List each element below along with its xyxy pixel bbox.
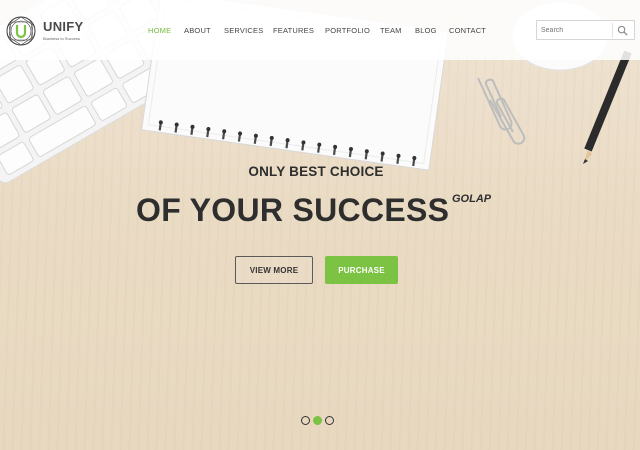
nav-team[interactable]: TEAM: [380, 26, 402, 35]
search-divider: [612, 23, 613, 38]
nav-contact[interactable]: CONTACT: [449, 26, 486, 35]
purchase-button[interactable]: PURCHASE: [325, 256, 398, 284]
paper-clip-image: [477, 77, 526, 145]
brand-name[interactable]: UNIFY: [43, 19, 84, 34]
nav-services[interactable]: SERVICES: [224, 26, 263, 35]
nav-features[interactable]: FEATURES: [273, 26, 314, 35]
unify-logo-icon[interactable]: [5, 15, 37, 47]
search-box: [536, 20, 635, 40]
brand-tagline: Business to Success: [43, 36, 80, 41]
nav-blog[interactable]: BLOG: [415, 26, 437, 35]
search-input[interactable]: [541, 24, 607, 37]
nav-about[interactable]: ABOUT: [184, 26, 211, 35]
slider-dot-1[interactable]: [301, 416, 310, 425]
nav-portfolio[interactable]: PORTFOLIO: [325, 26, 370, 35]
view-more-button[interactable]: VIEW MORE: [235, 256, 313, 284]
hero-marquee-text: GOLAP: [452, 193, 492, 205]
search-icon[interactable]: [617, 25, 628, 36]
hero-eyebrow: ONLY BEST CHOICE: [248, 164, 384, 179]
hero-headline: OF YOUR SUCCESS: [136, 192, 450, 228]
slider-dot-2[interactable]: [313, 416, 322, 425]
site-header: UNIFY Business to Success HOME ABOUT SER…: [0, 0, 640, 60]
pencil-image: [583, 50, 632, 164]
slider-dot-3[interactable]: [325, 416, 334, 425]
nav-home[interactable]: HOME: [148, 26, 171, 35]
